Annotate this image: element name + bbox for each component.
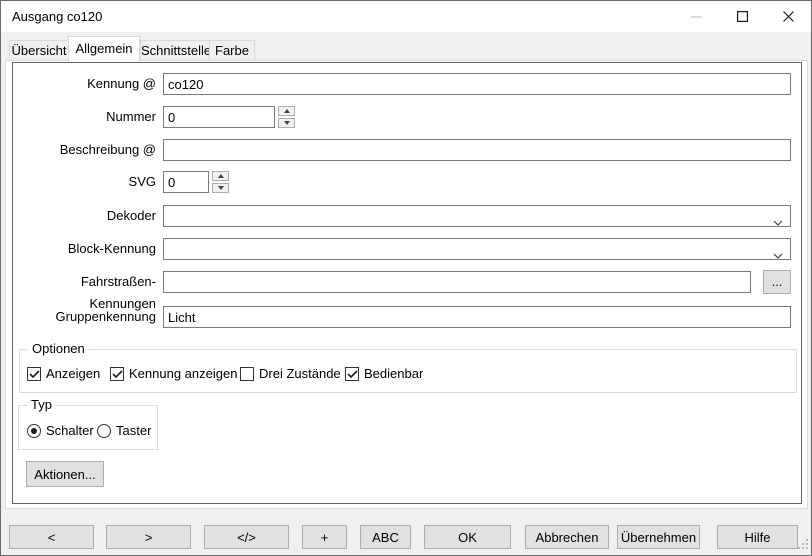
radio-label: Taster (116, 423, 151, 438)
minimize-button (673, 1, 719, 32)
tab-label: Allgemein (75, 41, 132, 56)
dialog-window: Ausgang co120 Übersicht Allgemein Schn (0, 0, 812, 556)
spinner-down-button[interactable] (212, 183, 229, 193)
window-controls (673, 1, 811, 32)
tab-farbe[interactable]: Farbe (209, 40, 255, 61)
checkbox-kennung-anzeigen[interactable]: Kennung anzeigen (110, 366, 237, 381)
tab-label: Schnittstelle (141, 43, 211, 58)
checkbox-label: Kennung anzeigen (129, 366, 237, 381)
typ-groupbox-title: Typ (27, 397, 56, 412)
spinner-up-button[interactable] (278, 106, 295, 116)
nav-prev-button[interactable]: < (9, 525, 94, 549)
minimize-icon (691, 11, 702, 22)
abbrechen-button[interactable]: Abbrechen (525, 525, 609, 549)
kennung-field[interactable] (163, 73, 791, 95)
resize-grip-icon[interactable] (798, 538, 809, 553)
ok-button[interactable]: OK (424, 525, 511, 549)
maximize-icon (737, 11, 748, 22)
gruppenkennung-field[interactable] (163, 306, 791, 328)
tab-schnittstelle[interactable]: Schnittstelle (140, 40, 210, 61)
arrow-down-icon (218, 186, 224, 190)
gruppenkennung-label: Gruppenkennung (21, 306, 156, 328)
typ-groupbox: Typ Schalter Taster (18, 405, 158, 450)
beschreibung-label: Beschreibung @ (21, 139, 156, 161)
chevron-down-icon (773, 214, 783, 229)
close-icon (783, 11, 794, 22)
radio-label: Schalter (46, 423, 94, 438)
window-title: Ausgang co120 (12, 9, 102, 24)
optionen-groupbox: Optionen Anzeigen Kennung anzeigen Drei … (19, 349, 797, 393)
radio-taster[interactable]: Taster (97, 423, 151, 438)
nav-next-button[interactable]: > (106, 525, 191, 549)
arrow-down-icon (284, 121, 290, 125)
aktionen-button[interactable]: Aktionen... (26, 461, 104, 487)
checkbox-icon (240, 367, 254, 381)
dekoder-label: Dekoder (21, 205, 156, 227)
radio-icon (27, 424, 41, 438)
checkbox-anzeigen[interactable]: Anzeigen (27, 366, 100, 381)
block-kennung-label: Block-Kennung (21, 238, 156, 260)
svg-label: SVG (21, 171, 156, 193)
dekoder-combobox[interactable] (163, 205, 791, 227)
radio-icon (97, 424, 111, 438)
tab-label: Farbe (215, 43, 249, 58)
radio-schalter[interactable]: Schalter (27, 423, 94, 438)
svg-spinner (212, 171, 229, 193)
block-kennung-combobox[interactable] (163, 238, 791, 260)
titlebar[interactable]: Ausgang co120 (1, 1, 811, 32)
add-button[interactable]: + (302, 525, 347, 549)
close-button[interactable] (765, 1, 811, 32)
chevron-down-icon (773, 247, 783, 262)
uebernehmen-button[interactable]: Übernehmen (617, 525, 700, 549)
nummer-spinner (278, 106, 295, 128)
checkbox-label: Drei Zustände (259, 366, 341, 381)
checkbox-icon (345, 367, 359, 381)
combo-value (164, 208, 172, 223)
tab-label: Übersicht (12, 43, 67, 58)
checkbox-icon (27, 367, 41, 381)
kennung-label: Kennung @ (21, 73, 156, 95)
spinner-down-button[interactable] (278, 118, 295, 128)
nummer-label: Nummer (21, 106, 156, 128)
tab-allgemein[interactable]: Allgemein (68, 36, 140, 62)
checkbox-icon (110, 367, 124, 381)
fahrstrassen-field[interactable] (163, 271, 751, 293)
combo-value (164, 241, 172, 256)
svg-field[interactable] (163, 171, 209, 193)
hilfe-button[interactable]: Hilfe (717, 525, 798, 549)
checkbox-label: Bedienbar (364, 366, 423, 381)
nummer-field[interactable] (163, 106, 275, 128)
arrow-up-icon (284, 109, 290, 113)
checkbox-drei-zustaende[interactable]: Drei Zustände (240, 366, 341, 381)
tab-uebersicht[interactable]: Übersicht (9, 40, 69, 61)
checkbox-label: Anzeigen (46, 366, 100, 381)
abc-button[interactable]: ABC (360, 525, 411, 549)
beschreibung-field[interactable] (163, 139, 791, 161)
maximize-button[interactable] (719, 1, 765, 32)
radio-dot-icon (31, 428, 37, 434)
arrow-up-icon (218, 174, 224, 178)
code-button[interactable]: </> (204, 525, 289, 549)
fahrstrassen-browse-button[interactable]: ... (763, 270, 791, 294)
checkbox-bedienbar[interactable]: Bedienbar (345, 366, 423, 381)
optionen-groupbox-title: Optionen (28, 341, 89, 356)
spinner-up-button[interactable] (212, 171, 229, 181)
